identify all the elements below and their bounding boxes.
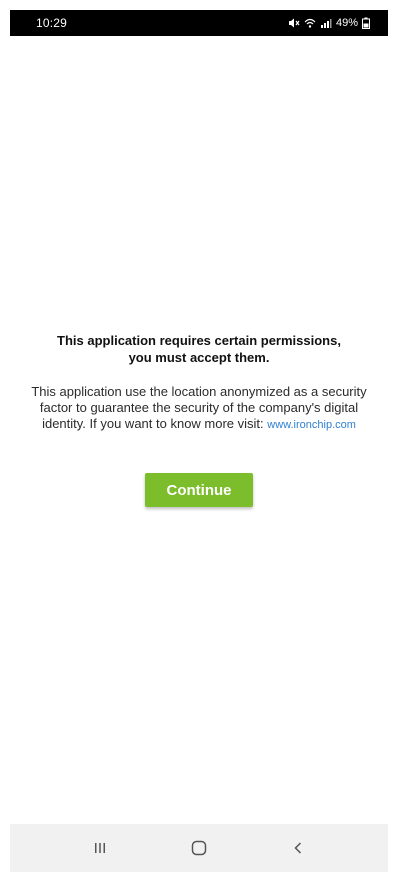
status-icons: 49%	[288, 17, 370, 29]
ironchip-link[interactable]: www.ironchip.com	[267, 419, 356, 431]
continue-button[interactable]: Continue	[145, 473, 253, 507]
permission-content: This application requires certain permis…	[10, 36, 388, 824]
battery-icon	[362, 17, 370, 29]
recents-icon[interactable]	[80, 828, 120, 868]
signal-icon	[320, 17, 332, 29]
wifi-icon	[304, 17, 316, 29]
app-screen: 10:29 49% This application requires cert…	[0, 0, 398, 872]
permission-title: This application requires certain permis…	[57, 333, 341, 365]
frame-left	[0, 0, 10, 872]
status-bar: 10:29 49%	[10, 10, 388, 36]
home-icon[interactable]	[179, 828, 219, 868]
back-icon[interactable]	[278, 828, 318, 868]
frame-right	[388, 0, 398, 872]
permission-description: This application use the location anonym…	[30, 384, 368, 433]
mute-icon	[288, 17, 300, 29]
battery-percent: 49%	[335, 17, 358, 29]
status-time: 10:29	[36, 16, 68, 30]
navigation-bar	[10, 824, 388, 872]
